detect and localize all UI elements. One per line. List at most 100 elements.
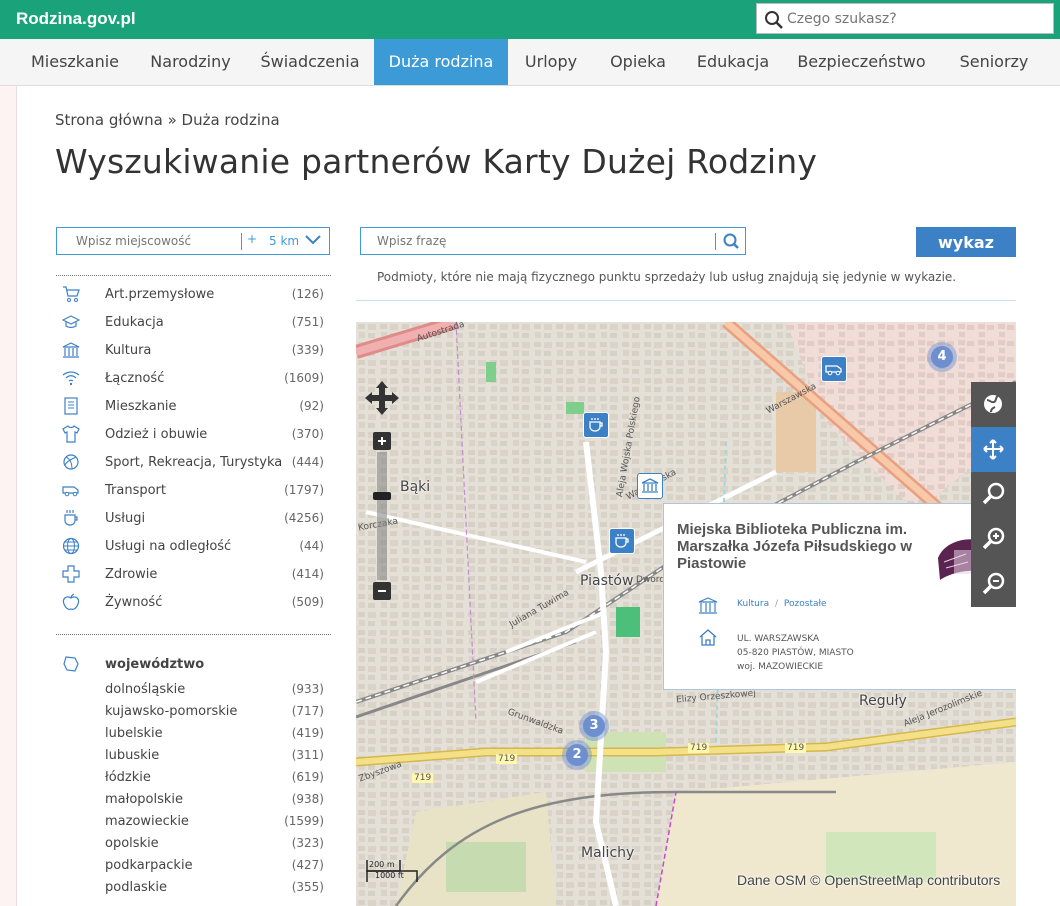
category-item[interactable]: Odzież i obuwie (370) <box>56 425 324 447</box>
site-search-input[interactable] <box>787 8 1047 30</box>
voivodeship-label[interactable]: kujawsko-pomorskie <box>105 704 237 719</box>
category-label[interactable]: Usługi <box>105 511 145 526</box>
popup-title[interactable]: Miejska Biblioteka Publiczna im. Marszał… <box>677 521 917 572</box>
category-label[interactable]: Kultura <box>105 343 151 358</box>
voivodeship-label[interactable]: podkarpackie <box>105 858 193 873</box>
search-icon[interactable] <box>764 10 784 30</box>
category-label[interactable]: Transport <box>105 483 166 498</box>
map-marker[interactable] <box>609 528 635 554</box>
category-label[interactable]: Sport, Rekreacja, Turystyka <box>105 455 282 470</box>
chevron-down-icon[interactable] <box>305 234 321 246</box>
category-label[interactable]: Zdrowie <box>105 567 157 582</box>
map-marker[interactable] <box>583 412 609 438</box>
car-icon <box>62 486 79 497</box>
nav-item-seniorzy[interactable]: Seniorzy <box>939 39 1049 85</box>
home-icon <box>699 629 717 646</box>
location-field[interactable]: + 5 km <box>56 227 330 255</box>
phrase-field[interactable] <box>360 227 746 255</box>
voivodeship-item[interactable]: podkarpackie (427) <box>105 858 324 878</box>
radius-plus[interactable]: + <box>247 232 257 246</box>
voivodeship-item[interactable]: mazowieckie (1599) <box>105 814 324 834</box>
map-cluster[interactable]: 2 <box>566 744 588 766</box>
category-item[interactable]: Transport (1797) <box>56 481 324 503</box>
category-label[interactable]: Odzież i obuwie <box>105 427 207 442</box>
voivodeship-label[interactable]: dolnośląskie <box>105 682 185 697</box>
voivodeship-item[interactable]: dolnośląskie (933) <box>105 682 324 702</box>
category-label[interactable]: Żywność <box>105 595 162 610</box>
voivodeship-item[interactable]: małopolskie (938) <box>105 792 324 812</box>
cart-icon <box>63 286 80 302</box>
category-item[interactable]: Kultura (339) <box>56 341 324 363</box>
voivodeship-label[interactable]: małopolskie <box>105 792 183 807</box>
site-search-box[interactable] <box>756 3 1054 34</box>
popup-category-link[interactable]: Kultura <box>737 599 769 609</box>
divider <box>56 634 331 635</box>
voivodeship-count: (933) <box>291 682 324 696</box>
voivodeship-item[interactable]: lubelskie (419) <box>105 726 324 746</box>
zoom-in-button[interactable] <box>971 517 1016 562</box>
popup-subcategory-link[interactable]: Pozostałe <box>784 599 827 609</box>
nav-item-narodziny[interactable]: Narodziny <box>134 39 247 85</box>
voivodeship-count: (619) <box>291 770 324 784</box>
category-label[interactable]: Mieszkanie <box>105 399 177 414</box>
category-item[interactable]: Mieszkanie (92) <box>56 397 324 419</box>
category-item[interactable]: Żywność (509) <box>56 593 324 615</box>
voivodeship-item[interactable]: kujawsko-pomorskie (717) <box>105 704 324 724</box>
category-item[interactable]: Łączność (1609) <box>56 369 324 391</box>
voivodeship-label[interactable]: łódzkie <box>105 770 151 785</box>
breadcrumb[interactable]: Strona główna » Duża rodzina <box>55 111 280 129</box>
site-logo[interactable]: Rodzina.gov.pl <box>16 9 136 29</box>
search-icon[interactable] <box>722 232 740 250</box>
radius-value[interactable]: 5 km <box>269 234 299 248</box>
top-bar: Rodzina.gov.pl <box>0 0 1060 39</box>
nav-item-urlopy[interactable]: Urlopy <box>508 39 594 85</box>
voivodeship-item[interactable]: lubuskie (311) <box>105 748 324 768</box>
nav-item-edukacja[interactable]: Edukacja <box>682 39 784 85</box>
voivodeship-heading[interactable]: województwo <box>56 655 324 675</box>
map-place-label: Bąki <box>400 479 431 495</box>
voivodeship-label[interactable]: podlaskie <box>105 880 167 895</box>
voivodeship-item[interactable]: łódzkie (619) <box>105 770 324 790</box>
map-cluster[interactable]: 4 <box>931 346 953 368</box>
pan-control[interactable] <box>364 380 400 416</box>
category-label[interactable]: Łączność <box>105 371 164 386</box>
category-label[interactable]: Usługi na odległość <box>105 539 231 554</box>
category-item[interactable]: Usługi (4256) <box>56 509 324 531</box>
nav-item-duza-rodzina[interactable]: Duża rodzina <box>374 39 508 85</box>
category-item[interactable]: Sport, Rekreacja, Turystyka (444) <box>56 453 324 475</box>
category-item[interactable]: Zdrowie (414) <box>56 565 324 587</box>
map-marker-selected[interactable] <box>637 473 663 499</box>
zoom-out-button[interactable] <box>971 562 1016 607</box>
location-input[interactable] <box>76 234 236 248</box>
wykaz-button[interactable]: wykaz <box>916 227 1016 257</box>
category-label[interactable]: Art.przemysłowe <box>105 287 214 302</box>
zoom-box-button[interactable] <box>971 472 1016 517</box>
layers-button[interactable] <box>971 382 1016 427</box>
partner-map[interactable]: Bąki Piastów Malichy Reguły Warszawska A… <box>356 322 1016 906</box>
voivodeship-item[interactable]: opolskie (323) <box>105 836 324 856</box>
map-cluster[interactable]: 3 <box>583 715 605 737</box>
category-label[interactable]: Edukacja <box>105 315 164 330</box>
map-marker[interactable] <box>821 356 847 382</box>
phrase-input[interactable] <box>377 234 707 248</box>
map-popup[interactable]: Miejska Biblioteka Publiczna im. Marszał… <box>663 503 1016 690</box>
map-toolbar <box>971 382 1016 607</box>
nav-item-opieka[interactable]: Opieka <box>594 39 682 85</box>
voivodeship-label[interactable]: lubelskie <box>105 726 163 741</box>
voivodeship-item[interactable]: podlaskie (355) <box>105 880 324 900</box>
pan-button[interactable] <box>971 427 1016 472</box>
category-count: (751) <box>291 315 324 329</box>
nav-item-mieszkanie[interactable]: Mieszkanie <box>16 39 134 85</box>
category-item[interactable]: Art.przemysłowe (126) <box>56 285 324 307</box>
category-item[interactable]: Edukacja (751) <box>56 313 324 335</box>
voivodeship-heading-label[interactable]: województwo <box>105 657 204 672</box>
voivodeship-label[interactable]: lubuskie <box>105 748 159 763</box>
category-item[interactable]: Usługi na odległość (44) <box>56 537 324 559</box>
nav-item-bezpieczenstwo[interactable]: Bezpieczeństwo <box>784 39 939 85</box>
voivodeship-label[interactable]: opolskie <box>105 836 159 851</box>
zoom-slider[interactable] <box>373 432 391 602</box>
nav-item-swiadczenia[interactable]: Świadczenia <box>247 39 373 85</box>
wifi-icon <box>62 371 80 386</box>
map-attribution[interactable]: Dane OSM © OpenStreetMap contributors <box>737 872 1000 888</box>
voivodeship-label[interactable]: mazowieckie <box>105 814 189 829</box>
